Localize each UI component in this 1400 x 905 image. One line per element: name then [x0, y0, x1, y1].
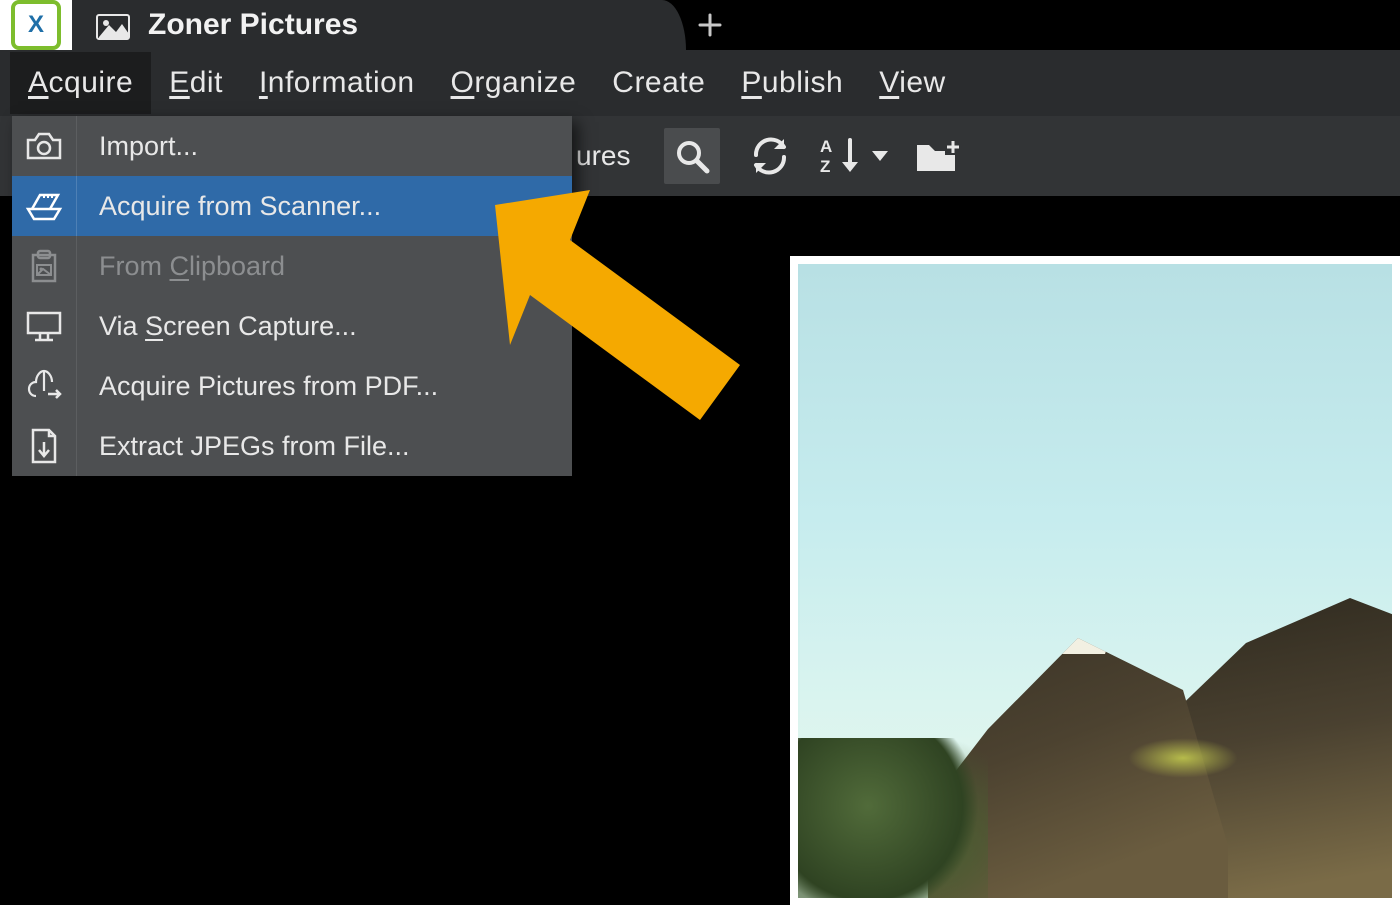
new-folder-button[interactable] — [910, 128, 966, 184]
menuitem-label: Import... — [77, 131, 198, 162]
menu-view[interactable]: View — [861, 52, 963, 114]
picture-icon — [96, 10, 130, 40]
tab-title: Zoner Pictures — [148, 8, 358, 42]
scanner-icon — [12, 176, 77, 236]
image-preview[interactable] — [790, 256, 1400, 905]
app-icon[interactable]: X — [0, 0, 73, 50]
search-icon — [673, 137, 711, 175]
menu-create[interactable]: Create — [594, 52, 723, 114]
menuitem-acquire-pictures-from-pdf[interactable]: Acquire Pictures from PDF... — [12, 356, 572, 416]
menuitem-from-clipboard: From Clipboard — [12, 236, 572, 296]
menu-acquire[interactable]: Acquire — [10, 52, 151, 114]
menuitem-import[interactable]: Import... — [12, 116, 572, 176]
svg-text:Z: Z — [820, 157, 830, 176]
camera-icon — [12, 116, 77, 176]
acquire-dropdown: Import... Acquire from Scanner... From Cli… — [12, 116, 572, 476]
menu-publish[interactable]: Publish — [723, 52, 861, 114]
app-icon-letter: X — [11, 0, 61, 50]
refresh-button[interactable] — [742, 128, 798, 184]
tab-active[interactable]: Zoner Pictures — [72, 0, 686, 50]
monitor-icon — [12, 296, 77, 356]
menu-organize[interactable]: Organize — [433, 52, 595, 114]
menuitem-label: Acquire Pictures from PDF... — [77, 371, 438, 402]
chevron-down-icon — [872, 151, 888, 161]
svg-text:A: A — [820, 137, 832, 156]
menuitem-via-screen-capture[interactable]: Via Screen Capture... — [12, 296, 572, 356]
menuitem-label: From Clipboard — [77, 251, 285, 282]
new-folder-icon — [915, 137, 961, 175]
menuitem-label: Acquire from Scanner... — [77, 191, 381, 222]
menuitem-label: Extract JPEGs from File... — [77, 431, 410, 462]
search-button[interactable] — [664, 128, 720, 184]
menuitem-extract-jpegs-from-file[interactable]: Extract JPEGs from File... — [12, 416, 572, 476]
file-extract-icon — [12, 416, 77, 476]
titlebar: X Zoner Pictures — [0, 0, 1400, 50]
menuitem-label: Via Screen Capture... — [77, 311, 357, 342]
menuitem-acquire-from-scanner[interactable]: Acquire from Scanner... — [12, 176, 572, 236]
menubar: AcquireEditInformationOrganizeCreatePubl… — [0, 50, 1400, 116]
refresh-icon — [750, 137, 790, 175]
menu-edit[interactable]: Edit — [151, 52, 241, 114]
breadcrumb-tail[interactable]: ures — [574, 132, 642, 180]
clipboard-icon — [12, 236, 77, 296]
sort-button[interactable]: AZ — [820, 128, 888, 184]
pdf-icon — [12, 356, 77, 416]
sort-az-icon: AZ — [820, 136, 864, 176]
new-tab-button[interactable] — [680, 0, 740, 50]
menu-information[interactable]: Information — [241, 52, 433, 114]
